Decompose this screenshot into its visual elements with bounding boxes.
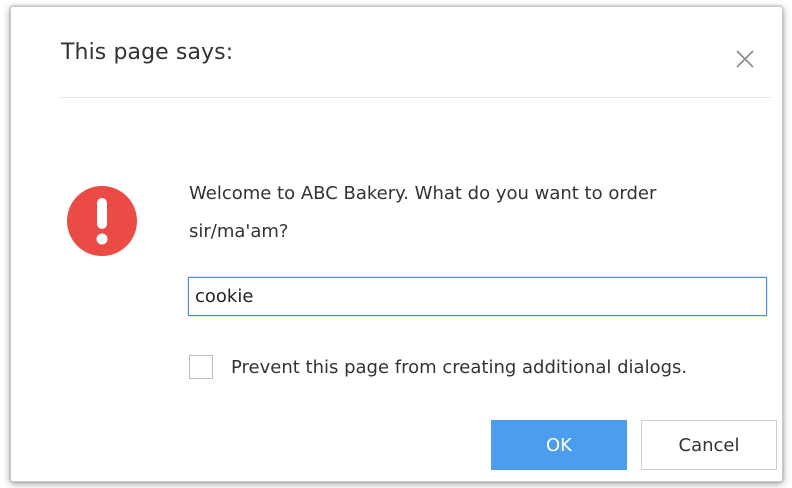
ok-button[interactable]: OK [491, 420, 627, 470]
prevent-dialogs-option[interactable]: Prevent this page from creating addition… [189, 355, 687, 379]
prevent-dialogs-checkbox[interactable] [189, 355, 213, 379]
title-divider [59, 97, 771, 98]
screen: This page says: Welcome to ABC Bakery. W… [0, 0, 792, 488]
cancel-button[interactable]: Cancel [641, 420, 777, 470]
close-icon [736, 50, 754, 68]
dialog-title: This page says: [61, 40, 234, 65]
prompt-input[interactable] [188, 277, 767, 316]
dialog-message: Welcome to ABC Bakery. What do you want … [189, 183, 657, 242]
prompt-dialog: This page says: Welcome to ABC Bakery. W… [10, 6, 783, 482]
close-button[interactable] [733, 47, 757, 71]
prevent-dialogs-label: Prevent this page from creating addition… [231, 356, 688, 378]
alert-icon [66, 185, 138, 257]
